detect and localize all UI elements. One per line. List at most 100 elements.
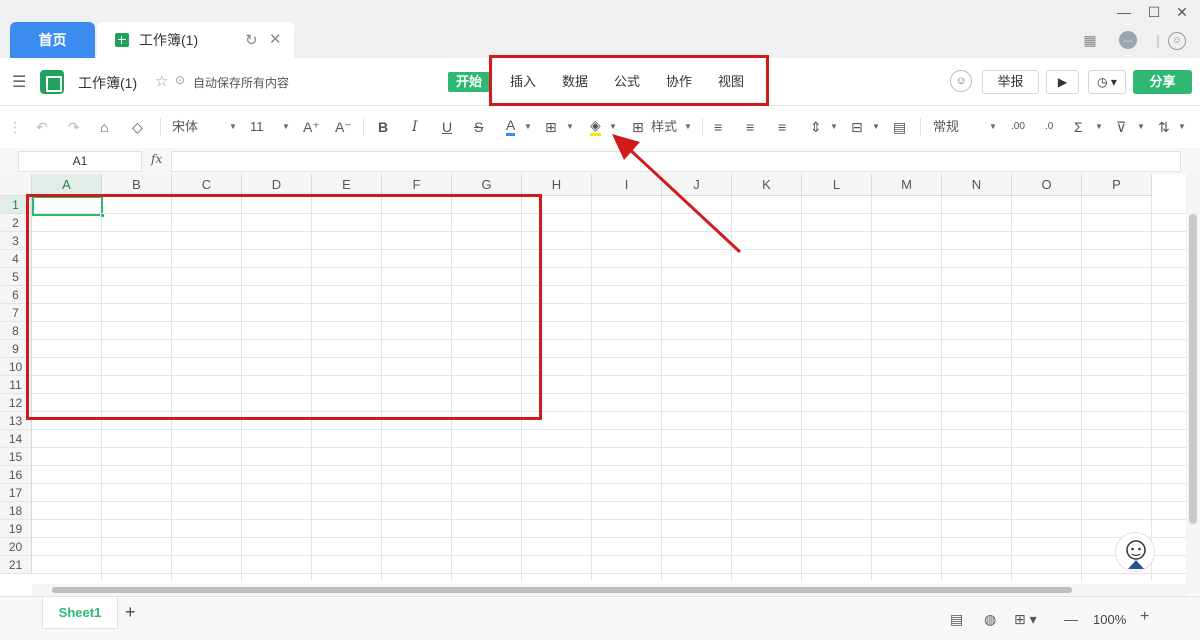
column-header-d[interactable]: D (242, 174, 312, 196)
undo-icon[interactable]: ↶ (36, 118, 48, 136)
row-header-14[interactable]: 14 (0, 430, 32, 448)
sort-icon[interactable]: ⇅ (1158, 118, 1170, 136)
spreadsheet-app-icon (40, 70, 64, 94)
grid-line (871, 196, 872, 581)
hamburger-menu-icon[interactable]: ☰ (12, 72, 26, 92)
decrease-font-icon[interactable]: A⁻ (335, 118, 352, 136)
help-assistant-avatar[interactable] (1115, 532, 1155, 572)
document-title[interactable]: 工作簿(1) (78, 73, 137, 93)
column-header-l[interactable]: L (802, 174, 872, 196)
column-header-g[interactable]: G (452, 174, 522, 196)
sum-icon[interactable]: Σ (1074, 118, 1083, 136)
divider-icon: | (1156, 32, 1160, 48)
chevron-down-icon[interactable]: ▼ (229, 118, 237, 136)
align-right-icon[interactable]: ≡ (778, 118, 786, 136)
row-header-21[interactable]: 21 (0, 556, 32, 574)
chevron-down-icon[interactable]: ▼ (830, 118, 838, 136)
wrap-text-icon[interactable]: ▤ (893, 118, 906, 136)
home-tab[interactable]: 首页 (10, 22, 95, 58)
collaborator-avatar[interactable]: ☺ (950, 70, 972, 92)
fx-icon[interactable]: fx (151, 152, 162, 166)
bold-icon[interactable]: B (378, 118, 388, 136)
number-format-select[interactable]: 常规 (933, 118, 959, 136)
select-all-corner[interactable] (0, 174, 32, 196)
layout-icon[interactable]: ⊞ ▾ (1014, 611, 1037, 628)
column-header-c[interactable]: C (172, 174, 242, 196)
close-window-icon[interactable]: ✕ (1172, 4, 1192, 21)
zoom-in-icon[interactable]: + (1140, 608, 1149, 626)
avatar[interactable]: ☺ (1168, 32, 1186, 50)
close-tab-icon[interactable]: ✕ (269, 30, 282, 48)
chevron-down-icon[interactable]: ▼ (989, 118, 997, 136)
chevron-down-icon[interactable]: ▼ (1137, 118, 1145, 136)
increase-font-icon[interactable]: A⁺ (303, 118, 320, 136)
maximize-icon[interactable]: ☐ (1144, 4, 1164, 21)
chevron-down-icon[interactable]: ▼ (872, 118, 880, 136)
horizontal-scrollbar[interactable] (32, 584, 1186, 596)
grid-line (32, 537, 1186, 538)
sheet-status-icon[interactable]: ▤ (950, 611, 963, 628)
row-header-20[interactable]: 20 (0, 538, 32, 556)
chevron-down-icon[interactable]: ▼ (566, 118, 574, 136)
document-tab[interactable]: 工作簿(1) ↻ ✕ (97, 22, 294, 58)
format-painter-icon[interactable]: ⌂ (100, 118, 108, 136)
row-header-19[interactable]: 19 (0, 520, 32, 538)
chevron-down-icon[interactable]: ▼ (524, 118, 532, 136)
filter-icon[interactable]: ⊽ (1116, 118, 1126, 136)
grid-line (32, 573, 1186, 574)
grid-line (32, 465, 1186, 466)
star-icon[interactable]: ☆ (155, 72, 168, 90)
column-header-h[interactable]: H (522, 174, 592, 196)
name-box[interactable]: A1 (18, 151, 142, 172)
borders-icon[interactable]: ⊞ (545, 118, 557, 136)
horizontal-scroll-thumb[interactable] (52, 587, 1072, 593)
chevron-down-icon[interactable]: ▼ (1178, 118, 1186, 136)
message-icon[interactable]: … (1119, 31, 1137, 49)
font-color-icon[interactable]: A (506, 118, 516, 136)
font-size-select[interactable]: 11 (250, 118, 264, 136)
row-header-15[interactable]: 15 (0, 448, 32, 466)
report-button[interactable]: 举报 (982, 70, 1039, 94)
menu-tab-start[interactable]: 开始 (448, 72, 491, 92)
column-header-a[interactable]: A (32, 174, 102, 196)
column-header-b[interactable]: B (102, 174, 172, 196)
add-sheet-button[interactable]: + (125, 602, 136, 623)
strikethrough-icon[interactable]: S (474, 118, 483, 136)
grid-line (32, 483, 1186, 484)
increase-decimal-icon[interactable]: .00 (1011, 118, 1025, 136)
globe-icon[interactable]: ◍ (984, 611, 996, 628)
row-header-17[interactable]: 17 (0, 484, 32, 502)
grid-line (801, 196, 802, 581)
vertical-scrollbar[interactable] (1186, 174, 1200, 594)
vertical-scroll-thumb[interactable] (1189, 214, 1197, 524)
present-icon[interactable]: ▶ (1046, 70, 1079, 94)
column-header-p[interactable]: P (1082, 174, 1152, 196)
sheet-tab[interactable]: Sheet1 (42, 597, 118, 629)
zoom-out-icon[interactable]: — (1064, 611, 1078, 627)
grid-line (32, 447, 1186, 448)
chevron-down-icon[interactable]: ▼ (282, 118, 290, 136)
apps-grid-icon[interactable]: ▦ (1082, 32, 1098, 48)
vertical-align-icon[interactable]: ⇕ (810, 118, 822, 136)
row-header-16[interactable]: 16 (0, 466, 32, 484)
column-header-o[interactable]: O (1012, 174, 1082, 196)
toolbar-collapse-icon[interactable]: ⋮ (8, 118, 22, 136)
underline-icon[interactable]: U (442, 118, 452, 136)
decrease-decimal-icon[interactable]: .0 (1045, 118, 1053, 136)
redo-icon[interactable]: ↷ (68, 118, 80, 136)
refresh-icon[interactable]: ↻ (245, 31, 258, 49)
column-header-n[interactable]: N (942, 174, 1012, 196)
grid-line (32, 555, 1186, 556)
column-header-m[interactable]: M (872, 174, 942, 196)
merge-cells-icon[interactable]: ⊟ (851, 118, 863, 136)
column-header-e[interactable]: E (312, 174, 382, 196)
column-header-f[interactable]: F (382, 174, 452, 196)
chevron-down-icon[interactable]: ▼ (1095, 118, 1103, 136)
minimize-icon[interactable]: — (1114, 4, 1134, 20)
row-header-18[interactable]: 18 (0, 502, 32, 520)
clear-format-icon[interactable]: ◇ (132, 118, 143, 136)
share-button[interactable]: 分享 (1133, 70, 1192, 94)
italic-icon[interactable]: I (412, 118, 418, 136)
font-family-select[interactable]: 宋体 (172, 118, 198, 136)
history-clock-icon[interactable]: ◷ ▾ (1088, 70, 1126, 94)
